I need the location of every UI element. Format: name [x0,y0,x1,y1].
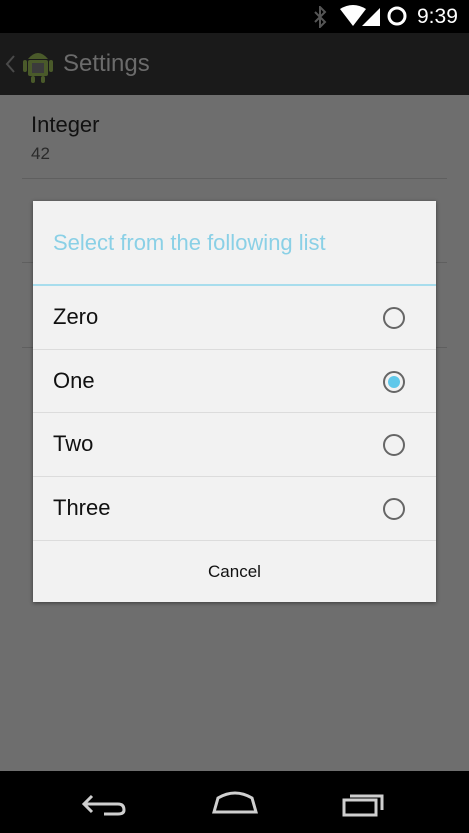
option-three[interactable]: Three [33,477,436,540]
navigation-bar [0,771,469,833]
action-bar-title: Settings [63,50,150,77]
radio-button-unchecked[interactable] [383,434,405,456]
cancel-button[interactable]: Cancel [33,541,436,602]
option-two[interactable]: Two [33,413,436,476]
option-label: One [53,368,95,393]
bluetooth-icon [314,6,327,28]
option-label: Two [53,431,94,456]
option-one[interactable]: One [33,350,436,413]
dialog-title: Select from the following list [53,230,326,255]
pref-summary: 42 [31,144,50,163]
option-zero[interactable]: Zero [33,286,436,349]
status-time: 9:39 [417,5,458,28]
cancel-label: Cancel [208,562,261,581]
status-bar: 9:39 [0,0,469,33]
option-label: Zero [53,304,99,329]
list-preference-dialog: Select from the following list Zero One … [33,201,436,602]
up-caret-icon[interactable] [4,54,16,74]
back-icon[interactable] [80,790,128,818]
radio-button-unchecked[interactable] [383,307,405,329]
action-bar: Settings [0,33,469,95]
option-label: Three [53,495,111,520]
radio-selected-dot [388,376,400,388]
pref-title: Integer [31,112,100,137]
radio-button-unchecked[interactable] [383,498,405,520]
battery-icon [387,6,407,26]
recent-apps-icon[interactable] [340,790,388,818]
home-icon[interactable] [210,790,260,816]
divider [22,178,447,179]
android-app-icon[interactable] [20,45,56,85]
radio-button-checked[interactable] [383,371,405,393]
cellular-signal-icon [362,8,380,26]
